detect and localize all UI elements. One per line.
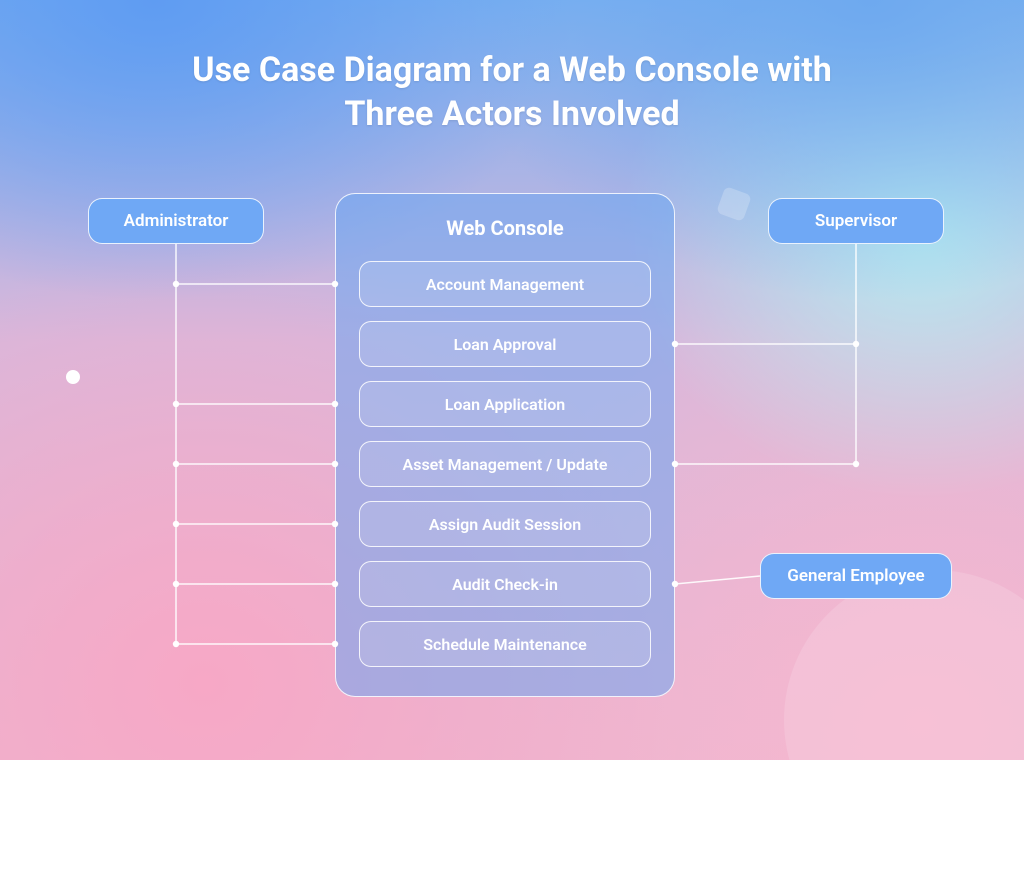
usecase-audit-check-in: Audit Check-in — [359, 561, 651, 607]
system-title: Web Console — [446, 216, 563, 240]
page-title: Use Case Diagram for a Web Console with … — [0, 48, 1024, 136]
actor-general-employee: General Employee — [760, 553, 952, 599]
usecase-loan-application: Loan Application — [359, 381, 651, 427]
decorative-dot — [66, 370, 80, 384]
usecase-assign-audit-session: Assign Audit Session — [359, 501, 651, 547]
actor-administrator: Administrator — [88, 198, 264, 244]
actor-general-employee-label: General Employee — [787, 566, 924, 586]
title-line-2: Three Actors Involved — [344, 94, 679, 134]
actor-supervisor: Supervisor — [768, 198, 944, 244]
system-web-console: Web Console Account Management Loan Appr… — [335, 193, 675, 697]
usecase-schedule-maintenance: Schedule Maintenance — [359, 621, 651, 667]
usecase-asset-management: Asset Management / Update — [359, 441, 651, 487]
title-line-1: Use Case Diagram for a Web Console with — [192, 50, 832, 90]
usecase-account-management: Account Management — [359, 261, 651, 307]
actor-supervisor-label: Supervisor — [815, 211, 897, 231]
actor-administrator-label: Administrator — [124, 211, 229, 231]
usecase-loan-approval: Loan Approval — [359, 321, 651, 367]
